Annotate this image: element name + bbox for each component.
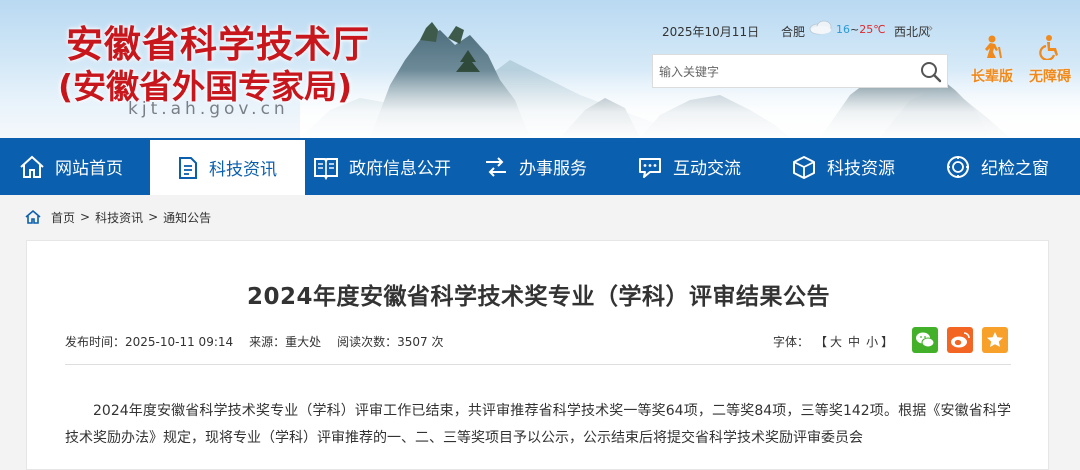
weibo-share-icon[interactable] (947, 327, 973, 353)
breadcrumb-tech-news[interactable]: 科技资讯 (95, 209, 143, 226)
breadcrumb-notices[interactable]: 通知公告 (163, 209, 211, 226)
nav-label: 网站首页 (55, 159, 123, 179)
nav-item-resources[interactable]: 科技资源 (790, 138, 920, 195)
temp-low: 16 (836, 23, 850, 36)
elder-person-icon (985, 35, 1002, 59)
book-icon (314, 157, 338, 180)
article-source: 来源：重大处 (249, 335, 322, 349)
nav-label: 办事服务 (519, 159, 587, 179)
accessibility-label: 无障碍 (1029, 69, 1071, 85)
temp-separator: ~ (850, 23, 860, 36)
accessibility-button[interactable]: 无障碍 (1020, 34, 1080, 86)
chat-icon (639, 157, 661, 178)
elder-mode-button[interactable]: 长辈版 (962, 34, 1022, 86)
article-title: 2024年度安徽省科学技术奖专业（学科）评审结果公告 (246, 284, 830, 310)
publish-time: 发布时间：2025-10-11 09:14 (65, 335, 234, 349)
nav-item-tech-news[interactable]: 科技资讯 (150, 138, 305, 195)
weather-more-link[interactable]: » (926, 21, 933, 35)
current-date: 2025年10月11日 (662, 25, 760, 39)
breadcrumb: 首页 > 科技资讯 > 通知公告 (24, 208, 211, 226)
cube-icon (793, 155, 815, 179)
search-box (652, 54, 948, 88)
weather-city: 合肥 (781, 25, 806, 39)
site-domain: kjt.ah.gov.cn (128, 99, 289, 119)
font-size-control: 字体： 【 大 中 小 】 (773, 333, 893, 350)
service-icon (486, 156, 506, 177)
weather-temperature: 16~25℃ (836, 23, 886, 36)
nav-item-discipline[interactable]: 纪检之窗 (944, 138, 1074, 195)
article-meta: 发布时间：2025-10-11 09:14 来源：重大处 阅读次数：3507 次 (65, 333, 460, 350)
home-icon (20, 155, 44, 178)
wechat-share-icon[interactable] (912, 327, 938, 353)
search-input[interactable] (659, 61, 909, 83)
main-nav: 网站首页 科技资讯 政府信息公开 办事服务 互动交流 科技资源 纪检之窗 (0, 138, 1080, 195)
nav-item-services[interactable]: 办事服务 (482, 138, 612, 195)
nav-item-interaction[interactable]: 互动交流 (636, 138, 766, 195)
nav-item-gov-info[interactable]: 政府信息公开 (312, 138, 472, 195)
weather-wind: 西北风 (894, 25, 931, 39)
favorite-star-icon[interactable] (982, 327, 1008, 353)
wheelchair-icon (1039, 35, 1058, 61)
article-body: 2024年度安徽省科学技术奖专业（学科）评审工作已结束，共评审推荐省科学技术奖一… (65, 403, 1011, 446)
nav-label: 科技资源 (827, 159, 895, 179)
nav-label: 互动交流 (673, 159, 741, 179)
font-bracket-close: 】 (881, 335, 894, 349)
font-size-large[interactable]: 大 (830, 333, 842, 350)
home-icon (25, 209, 41, 224)
nav-item-home[interactable]: 网站首页 (18, 138, 148, 195)
font-size-medium[interactable]: 中 (848, 333, 860, 350)
view-count: 阅读次数：3507 次 (337, 335, 444, 349)
meta-divider (65, 364, 1011, 365)
nav-label: 科技资讯 (209, 160, 277, 180)
nav-label: 纪检之窗 (981, 159, 1049, 179)
nav-label: 政府信息公开 (349, 159, 451, 179)
breadcrumb-home[interactable]: 首页 (51, 209, 75, 226)
breadcrumb-separator: > (148, 210, 159, 224)
cloudy-icon (809, 20, 832, 35)
header-banner: 安徽省科学技术厅 (安徽省外国专家局) kjt.ah.gov.cn 2025年1… (0, 0, 1080, 138)
temp-high: 25℃ (859, 23, 886, 36)
document-icon (179, 156, 197, 179)
font-size-small[interactable]: 小 (866, 333, 878, 350)
search-icon[interactable] (919, 60, 943, 84)
badge-icon (947, 155, 969, 178)
elder-mode-label: 长辈版 (971, 69, 1013, 85)
breadcrumb-separator: > (80, 210, 91, 224)
font-size-label: 字体： (773, 335, 810, 349)
font-bracket-open: 【 (815, 335, 828, 349)
article-card: 2024年度安徽省科学技术奖专业（学科）评审结果公告 发布时间：2025-10-… (26, 240, 1049, 470)
